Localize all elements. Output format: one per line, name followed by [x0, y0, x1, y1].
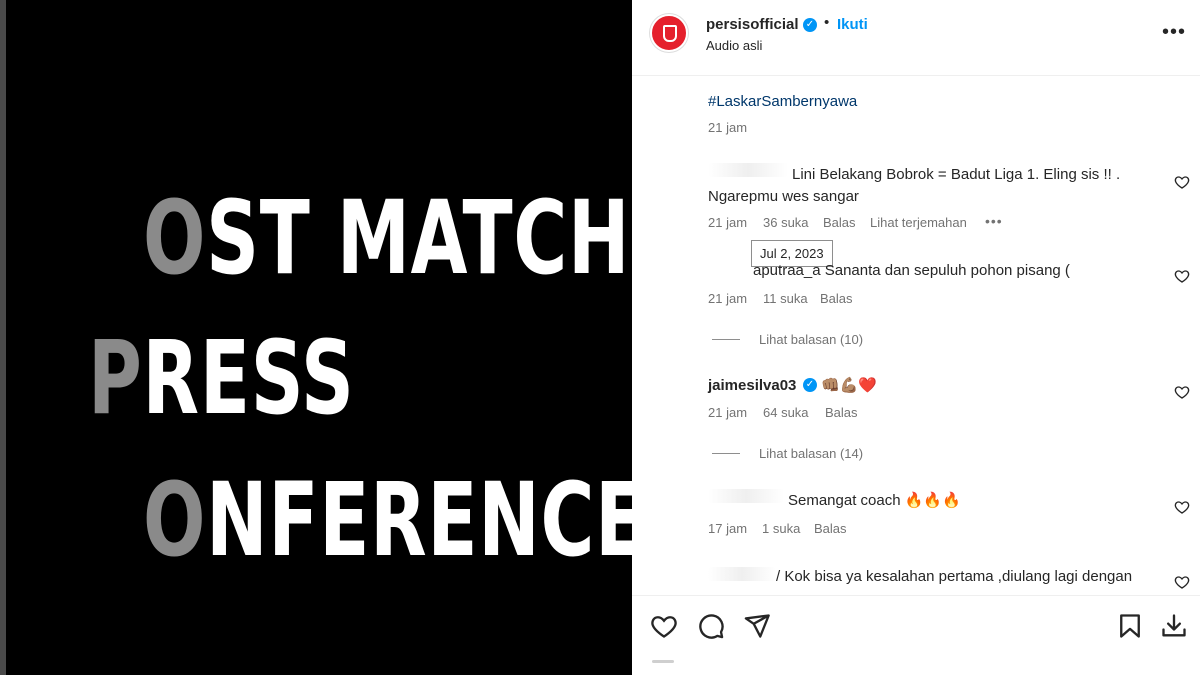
- replies-divider: [712, 339, 740, 340]
- heart-icon[interactable]: [1174, 574, 1190, 590]
- comment-likes[interactable]: 36 suka: [763, 215, 809, 230]
- reply-button[interactable]: Balas: [823, 215, 856, 230]
- slide-line-3-rest: NFERENCE: [206, 461, 646, 580]
- slide-line-1: OST MATCH: [143, 188, 630, 290]
- comment-text: Lini Belakang Bobrok = Badut Liga 1. Eli…: [792, 166, 1121, 183]
- heart-icon[interactable]: [1174, 174, 1190, 190]
- comment-text-cont: Ngarepmu wes sangar: [708, 188, 859, 205]
- audio-link[interactable]: Audio asli: [706, 38, 762, 53]
- comment-options-icon[interactable]: •••: [985, 213, 1003, 229]
- follow-button[interactable]: Ikuti: [837, 16, 868, 33]
- verified-badge-icon: ✓: [803, 378, 817, 392]
- comment-likes[interactable]: 11 suka: [763, 291, 808, 306]
- club-crest-icon: [663, 25, 677, 42]
- comment-username[interactable]: jaimesilva03: [708, 377, 796, 394]
- post-header: persisofficial ✓ • Ikuti Audio asli •••: [632, 0, 1200, 76]
- comment-time[interactable]: 21 jam: [708, 215, 747, 230]
- caption-time[interactable]: 21 jam: [708, 120, 747, 135]
- heart-icon[interactable]: [1174, 499, 1190, 515]
- slide-line-3: ONFERENCE: [143, 470, 646, 572]
- caption-hashtag[interactable]: #LaskarSambernyawa: [708, 93, 857, 110]
- post-media[interactable]: OST MATCH PRESS ONFERENCE: [0, 0, 645, 675]
- header-separator: •: [824, 14, 830, 31]
- comment-likes[interactable]: 1 suka: [762, 521, 800, 536]
- bookmark-icon[interactable]: [1116, 612, 1144, 640]
- heart-icon[interactable]: [1174, 268, 1190, 284]
- reply-button[interactable]: Balas: [825, 405, 858, 420]
- blurred-username: [708, 567, 776, 581]
- blurred-username: [708, 163, 788, 177]
- heart-icon[interactable]: [1174, 384, 1190, 400]
- share-icon[interactable]: [743, 612, 771, 640]
- more-icon[interactable]: •••: [1162, 22, 1186, 46]
- comment-likes[interactable]: 64 suka: [763, 405, 809, 420]
- action-bar: [632, 595, 1200, 675]
- comment-text: / Kok bisa ya kesalahan pertama ,diulang…: [776, 568, 1133, 585]
- reply-button[interactable]: Balas: [820, 291, 853, 306]
- verified-badge-icon: ✓: [803, 18, 817, 32]
- comment-text: aputraa_a Sananta dan sepuluh pohon pisa…: [753, 262, 1070, 279]
- slide-line-1-initial: O: [143, 179, 207, 298]
- heart-icon[interactable]: [650, 612, 678, 640]
- view-replies-button[interactable]: Lihat balasan (10): [759, 332, 863, 347]
- slide-line-3-initial: O: [143, 461, 207, 580]
- scroll-hint: [652, 660, 674, 663]
- post-sidebar: persisofficial ✓ • Ikuti Audio asli ••• …: [632, 0, 1200, 675]
- comment-text: Semangat coach 🔥🔥🔥: [788, 492, 961, 509]
- slide-line-1-rest: ST MATCH: [206, 179, 631, 298]
- comment-icon[interactable]: [697, 612, 725, 640]
- comments-list[interactable]: #LaskarSambernyawa 21 jam Lini Belakang …: [632, 77, 1200, 595]
- replies-divider: [712, 453, 740, 454]
- slide-line-2: PRESS: [88, 328, 355, 430]
- slide-line-2-initial: P: [88, 319, 143, 438]
- translate-button[interactable]: Lihat terjemahan: [870, 215, 967, 230]
- comment-time[interactable]: 17 jam: [708, 521, 747, 536]
- avatar[interactable]: [650, 14, 688, 52]
- slide-line-2-rest: RESS: [142, 319, 355, 438]
- download-icon[interactable]: [1160, 612, 1188, 640]
- comment-time[interactable]: 21 jam: [708, 405, 747, 420]
- reply-button[interactable]: Balas: [814, 521, 847, 536]
- comment-emojis: 👊🏽💪🏽❤️: [821, 377, 878, 394]
- blurred-username: [708, 489, 784, 503]
- username-link[interactable]: persisofficial: [706, 16, 799, 33]
- view-replies-button[interactable]: Lihat balasan (14): [759, 446, 863, 461]
- comment-time[interactable]: 21 jam: [708, 291, 747, 306]
- media-edge: [0, 0, 6, 675]
